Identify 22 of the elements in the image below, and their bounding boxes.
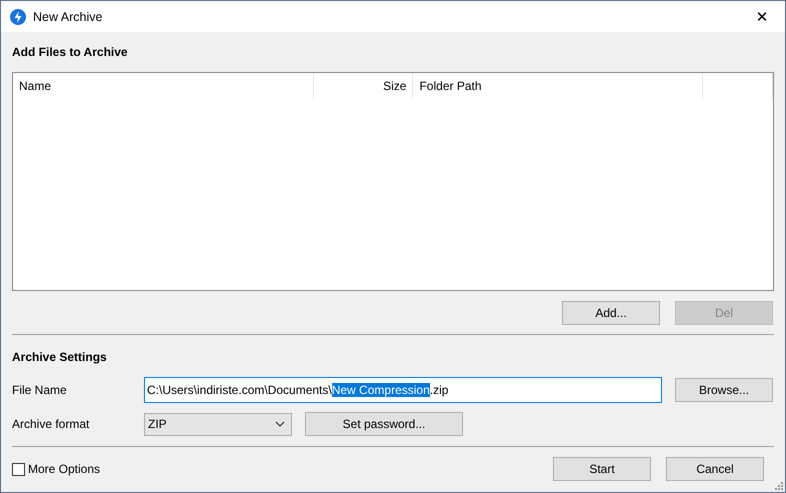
column-header[interactable]: Size <box>314 73 414 99</box>
resize-grip-icon[interactable] <box>775 482 783 490</box>
window-title: New Archive <box>33 10 104 24</box>
column-header[interactable]: Folder Path <box>413 73 704 99</box>
browse-button[interactable]: Browse... <box>675 378 773 402</box>
section-heading: Archive Settings <box>12 350 108 364</box>
add-button[interactable]: Add... <box>562 301 660 325</box>
checkbox-label[interactable]: More Options <box>28 462 100 476</box>
set-password-button[interactable]: Set password... <box>305 412 463 436</box>
section-heading: Add Files to Archive <box>12 45 129 59</box>
field-label: File Name <box>12 383 68 397</box>
field-label: Archive format <box>12 417 90 431</box>
start-button[interactable]: Start <box>553 457 651 481</box>
chevron-down-icon <box>275 421 285 427</box>
more-options-checkbox[interactable] <box>12 462 25 476</box>
format-dropdown[interactable]: ZIP <box>144 412 292 436</box>
close-button[interactable]: ✕ <box>739 1 785 32</box>
file-name-field[interactable]: C:\Users\indiriste.com\Documents\New Compression.zip <box>144 377 662 403</box>
app-icon <box>10 8 26 24</box>
column-header[interactable]: Name <box>13 73 314 99</box>
file-list[interactable]: Name Size Folder Path <box>12 72 774 291</box>
cancel-button[interactable]: Cancel <box>666 457 764 481</box>
